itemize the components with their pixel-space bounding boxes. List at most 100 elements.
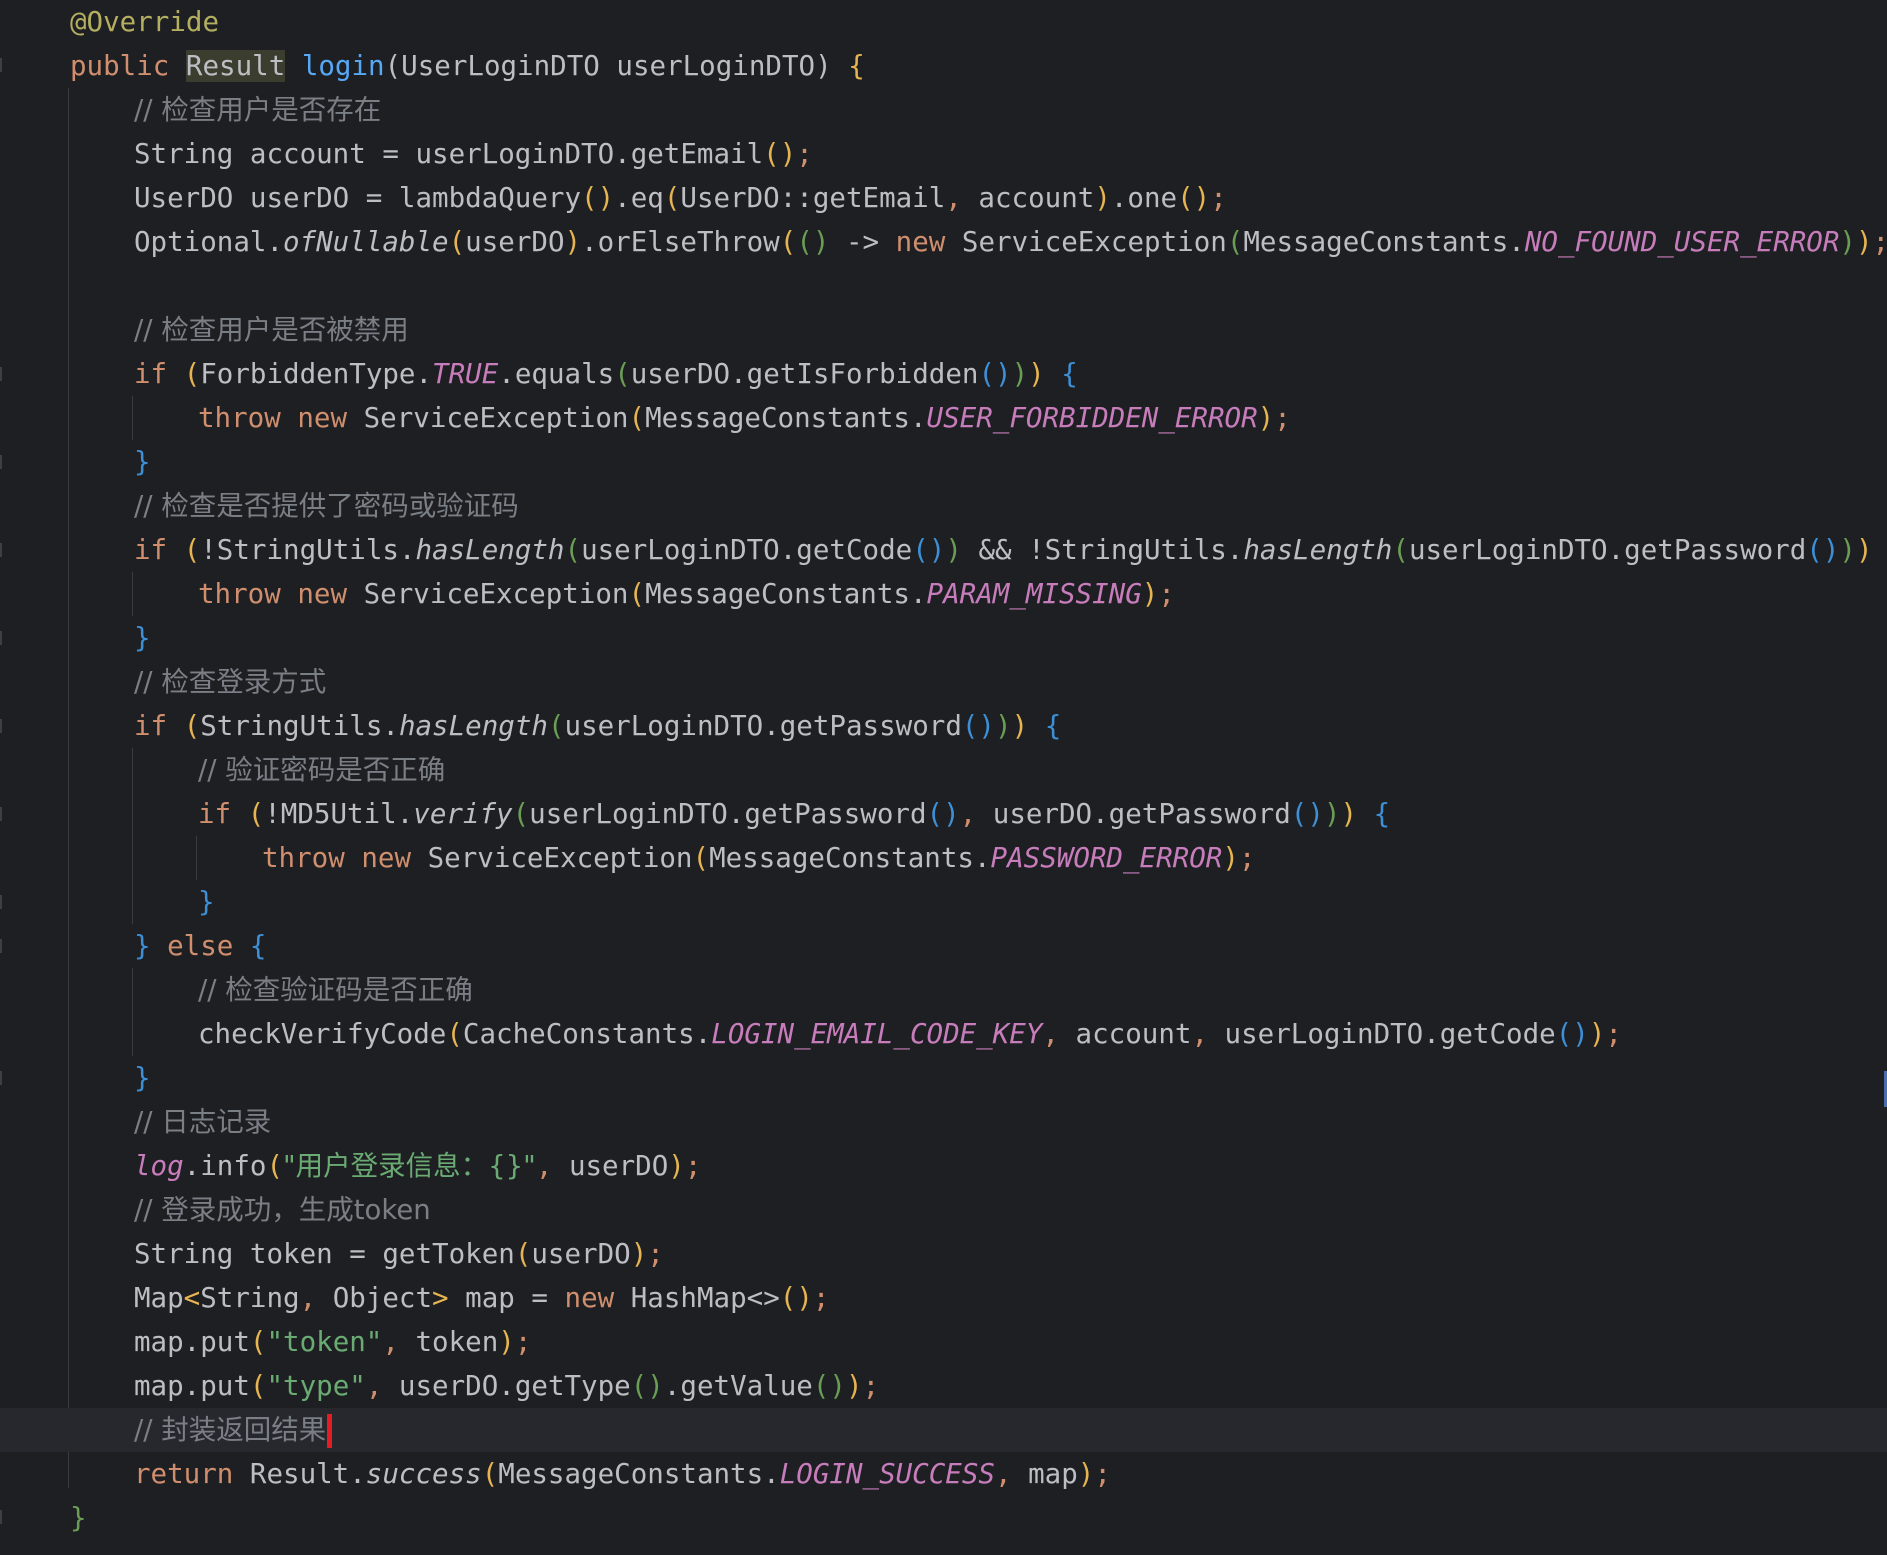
keyword: , <box>535 1150 553 1182</box>
token: () <box>1555 1018 1589 1050</box>
code-editor[interactable]: @Override public Result login(UserLoginD… <box>0 0 1887 1555</box>
keyword: ; <box>1238 842 1256 874</box>
constant: PASSWORD_ERROR <box>990 842 1223 874</box>
token: MessageConstants. <box>645 402 927 434</box>
token: () <box>926 798 960 830</box>
constant: USER_FORBIDDEN_ERROR <box>926 402 1258 434</box>
code-line[interactable]: // 检查验证码是否正确 <box>0 968 1887 1012</box>
token: ( <box>183 534 201 566</box>
code-line[interactable]: log.info("用户登录信息：{}", userDO); <box>0 1144 1887 1188</box>
token: ) <box>1855 226 1873 258</box>
token: ) <box>1028 358 1045 390</box>
token: MessageConstants. <box>645 578 927 610</box>
code-line[interactable]: Map<String, Object> map = new HashMap<>(… <box>0 1276 1887 1320</box>
string-literal: "用户登录信息：{}" <box>283 1150 536 1182</box>
code-line[interactable]: throw new ServiceException(MessageConsta… <box>0 396 1887 440</box>
token: { <box>249 930 267 962</box>
token: Map <box>134 1282 184 1314</box>
code-line[interactable]: UserDO userDO = lambdaQuery().eq(UserDO:… <box>0 176 1887 220</box>
code-line[interactable]: public Result login(UserLoginDTO userLog… <box>0 44 1887 88</box>
code-line[interactable]: map.put("type", userDO.getType().getValu… <box>0 1364 1887 1408</box>
keyword: else <box>167 930 234 962</box>
token: ofNullable <box>283 226 449 258</box>
code-line[interactable]: Optional.ofNullable(userDO).orElseThrow(… <box>0 220 1887 264</box>
keyword: ; <box>684 1150 702 1182</box>
code-line[interactable]: } <box>0 880 1887 924</box>
token: StringUtils. <box>200 710 399 742</box>
token: ) <box>564 226 582 258</box>
token: Optional. <box>134 226 284 258</box>
token: ) <box>1588 1018 1606 1050</box>
token: UserDO userDO = lambdaQuery <box>134 182 582 214</box>
token: () <box>1806 534 1840 566</box>
keyword: , <box>959 798 977 830</box>
token: ( <box>1392 534 1409 566</box>
keyword: , <box>994 1458 1012 1490</box>
token: () <box>779 1282 813 1314</box>
token: ServiceException <box>945 226 1227 258</box>
code-line[interactable]: String token = getToken(userDO); <box>0 1232 1887 1276</box>
token: userDO.getIsForbidden <box>630 358 979 390</box>
code-line[interactable] <box>0 264 1887 308</box>
code-line[interactable]: } <box>0 440 1887 484</box>
code-line[interactable]: // 日志记录 <box>0 1100 1887 1144</box>
code-line[interactable]: } <box>0 1056 1887 1100</box>
token: userLoginDTO.getPassword <box>529 798 927 830</box>
keyword: ; <box>1210 182 1227 214</box>
code-line[interactable]: // 检查用户是否存在 <box>0 88 1887 132</box>
token: () <box>1290 798 1324 830</box>
code-line[interactable]: if (!MD5Util.verify(userLoginDTO.getPass… <box>0 792 1887 836</box>
code-line[interactable]: if (StringUtils.hasLength(userLoginDTO.g… <box>0 704 1887 748</box>
token: ( <box>1226 226 1244 258</box>
code-line[interactable]: // 检查是否提供了密码或验证码 <box>0 484 1887 528</box>
code-line[interactable]: } else { <box>0 924 1887 968</box>
token: ( <box>564 534 582 566</box>
token: userLoginDTO.getCode <box>581 534 913 566</box>
token: { <box>1373 798 1391 830</box>
token: .eq <box>614 182 664 214</box>
code-line[interactable]: checkVerifyCode(CacheConstants.LOGIN_EMA… <box>0 1012 1887 1056</box>
code-line[interactable]: // 检查登录方式 <box>0 660 1887 704</box>
string-literal: "token" <box>266 1326 383 1358</box>
token: String <box>134 138 234 170</box>
token: ( <box>249 1370 267 1402</box>
token: () <box>763 138 797 170</box>
token: map = <box>448 1282 565 1314</box>
token: map.put <box>134 1326 250 1358</box>
keyword: ; <box>862 1370 880 1402</box>
code-line[interactable]: if (!StringUtils.hasLength(userLoginDTO.… <box>0 528 1887 572</box>
token: } <box>198 886 215 918</box>
code-line[interactable]: throw new ServiceException(MessageConsta… <box>0 572 1887 616</box>
code-line[interactable]: return Result.success(MessageConstants.L… <box>0 1452 1887 1496</box>
code-line[interactable]: // 验证密码是否正确 <box>0 748 1887 792</box>
token: !StringUtils. <box>200 534 416 566</box>
code-line[interactable]: } <box>0 616 1887 660</box>
token: success <box>365 1458 482 1490</box>
token: Result. <box>233 1458 366 1490</box>
constant: LOGIN_SUCCESS <box>779 1458 995 1490</box>
keyword: if <box>134 534 168 566</box>
constant: NO_FOUND_USER_ERROR <box>1524 226 1840 258</box>
current-line[interactable]: // 封装返回结果 <box>0 1408 1887 1452</box>
code-line[interactable]: throw new ServiceException(MessageConsta… <box>0 836 1887 880</box>
code-line[interactable]: // 登录成功，生成token <box>0 1188 1887 1232</box>
token: ) <box>1839 226 1856 258</box>
code-line[interactable]: // 检查用户是否被禁用 <box>0 308 1887 352</box>
keyword: new <box>564 1282 615 1314</box>
keyword: ; <box>1094 1458 1111 1490</box>
token: account = userLoginDTO.getEmail <box>233 138 764 170</box>
code-line[interactable]: } <box>0 1496 1887 1540</box>
token: ) <box>1011 358 1029 390</box>
token: ( <box>512 798 530 830</box>
code-line[interactable]: @Override <box>0 0 1887 44</box>
code-line[interactable]: String account = userLoginDTO.getEmail()… <box>0 132 1887 176</box>
comment: // 检查是否提供了密码或验证码 <box>134 490 519 522</box>
token: MessageConstants. <box>1243 226 1525 258</box>
code-line[interactable]: map.put("token", token); <box>0 1320 1887 1364</box>
token: ( <box>183 358 201 390</box>
code-line[interactable]: if (ForbiddenType.TRUE.equals(userDO.get… <box>0 352 1887 396</box>
